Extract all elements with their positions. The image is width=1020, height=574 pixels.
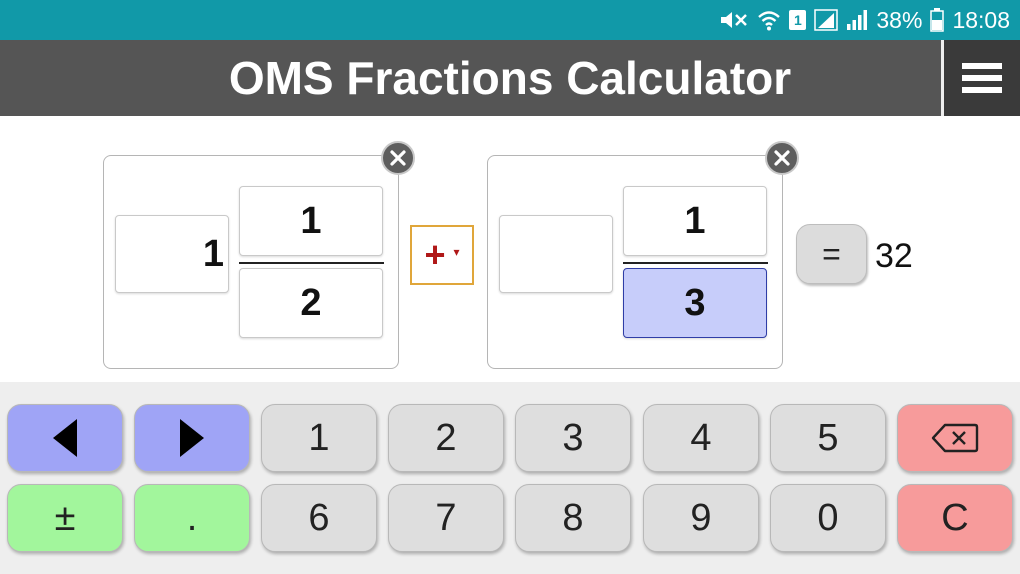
battery-icon <box>930 0 945 40</box>
operand-b-numerator-field[interactable]: 1 <box>623 186 767 256</box>
app-title: OMS Fractions Calculator <box>228 52 792 104</box>
close-circle-icon <box>390 150 406 166</box>
operator-symbol: + <box>424 234 446 275</box>
operand-a-numerator-field[interactable]: 1 <box>239 186 383 256</box>
key-5[interactable]: 5 <box>770 404 886 472</box>
wifi-icon <box>757 0 781 40</box>
hamburger-menu-icon <box>962 63 1002 93</box>
dropdown-caret-icon: ▾ <box>453 245 460 259</box>
key-9[interactable]: 9 <box>643 484 759 552</box>
backspace-icon <box>931 423 979 453</box>
close-circle-icon <box>774 150 790 166</box>
cursor-right-button[interactable] <box>134 404 250 472</box>
arrow-left-icon <box>53 419 77 457</box>
operand-a-fraction-bar <box>239 262 384 264</box>
operand-b-clear-button[interactable] <box>765 141 799 175</box>
key-8[interactable]: 8 <box>515 484 631 552</box>
result-value: 32 <box>875 237 913 275</box>
plus-minus-button[interactable]: ± <box>7 484 123 552</box>
arrow-right-icon <box>180 419 204 457</box>
operand-b-whole-field[interactable] <box>499 215 613 293</box>
operand-b-fraction-bar <box>623 262 768 264</box>
signal-icon <box>814 0 839 40</box>
operand-a-denominator-field[interactable]: 2 <box>239 268 383 338</box>
battery-percent: 38% <box>876 6 923 33</box>
decimal-button[interactable]: . <box>134 484 250 552</box>
menu-button[interactable] <box>941 40 1020 116</box>
sim-icon: 1 <box>789 0 807 40</box>
cursor-left-button[interactable] <box>7 404 123 472</box>
signal-icon-2 <box>846 0 868 40</box>
keypad: 1 2 3 4 5 ± . 6 7 8 9 0 C <box>0 382 1020 574</box>
key-4[interactable]: 4 <box>643 404 759 472</box>
key-3[interactable]: 3 <box>515 404 631 472</box>
status-icons: 1 38% 18:08 <box>719 0 1010 40</box>
operand-b-denominator-field[interactable]: 3 <box>623 268 767 338</box>
equals-button[interactable]: = <box>796 224 867 284</box>
sim-number: 1 <box>789 10 807 30</box>
status-bar: 1 38% 18:08 <box>0 0 1020 40</box>
title-bar: OMS Fractions Calculator <box>0 40 1020 116</box>
clear-button[interactable]: C <box>897 484 1013 552</box>
key-7[interactable]: 7 <box>388 484 504 552</box>
key-6[interactable]: 6 <box>261 484 377 552</box>
mute-icon <box>719 0 749 40</box>
backspace-button[interactable] <box>897 404 1013 472</box>
key-0[interactable]: 0 <box>770 484 886 552</box>
operand-a-clear-button[interactable] <box>381 141 415 175</box>
operand-a-whole-field[interactable]: 1 <box>115 215 229 293</box>
key-2[interactable]: 2 <box>388 404 504 472</box>
operator-select[interactable]: + ▾ <box>410 225 474 285</box>
clock: 18:08 <box>952 6 1010 33</box>
key-1[interactable]: 1 <box>261 404 377 472</box>
